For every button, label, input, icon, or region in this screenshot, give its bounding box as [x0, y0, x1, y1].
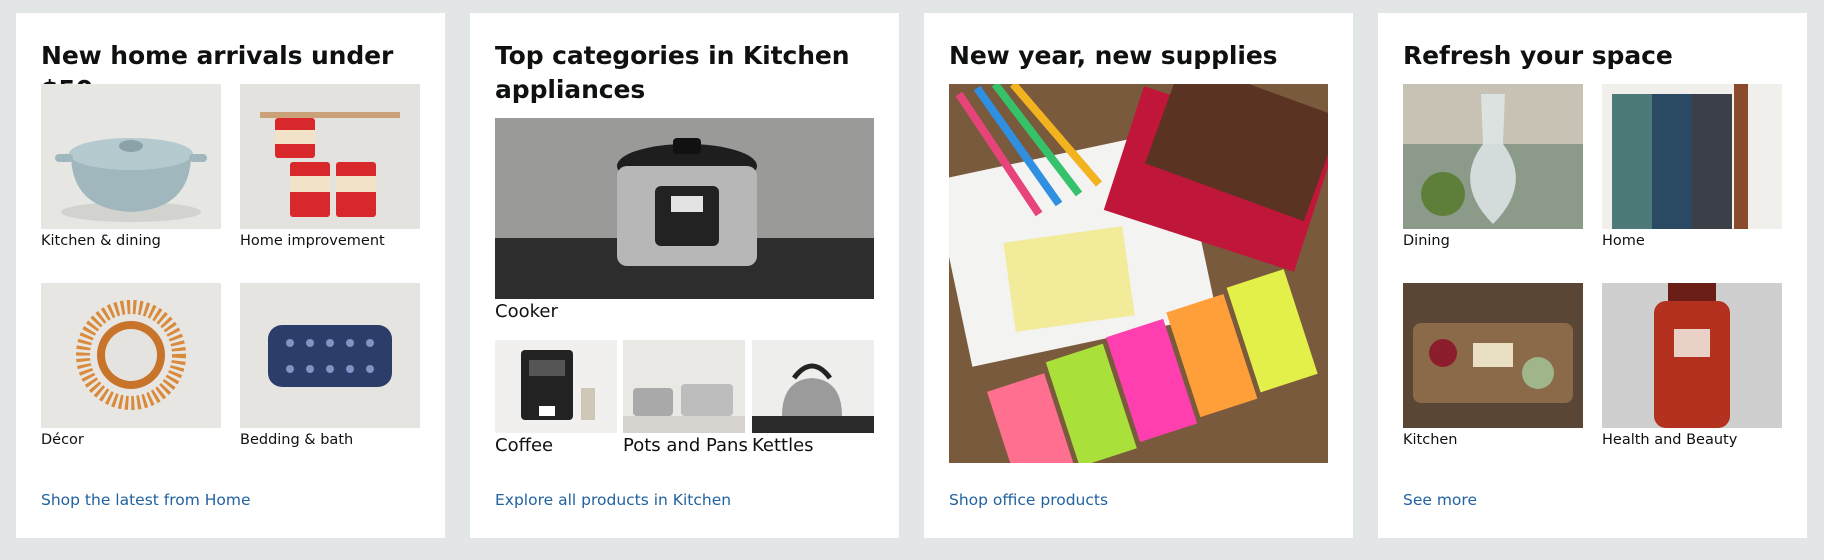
- pillow-image[interactable]: [240, 283, 420, 428]
- tile-home-improvement[interactable]: Home improvement: [240, 84, 420, 250]
- cooker-label[interactable]: Cooker: [495, 301, 558, 322]
- card-title: Top categories in Kitchen appliances: [495, 41, 850, 104]
- coffee-machine-image[interactable]: [495, 340, 617, 433]
- kettle-image[interactable]: [752, 340, 874, 433]
- tile-label[interactable]: Bedding & bath: [240, 431, 420, 449]
- tile-label[interactable]: Kitchen: [1403, 431, 1583, 449]
- tile-label[interactable]: Home: [1602, 232, 1782, 250]
- tile-label[interactable]: Coffee: [495, 435, 617, 456]
- tile-home[interactable]: Home: [1602, 84, 1782, 250]
- tile-label[interactable]: Kitchen & dining: [41, 232, 221, 250]
- card-kitchen-appliances: Top categories in Kitchen appliances Coo…: [470, 13, 899, 538]
- charcuterie-board-image[interactable]: [1403, 283, 1583, 428]
- tile-dining[interactable]: Dining: [1403, 84, 1583, 250]
- dutch-oven-image[interactable]: [41, 84, 221, 229]
- shop-office-products-link[interactable]: Shop office products: [949, 491, 1108, 509]
- sunburst-mirror-image[interactable]: [41, 283, 221, 428]
- tile-pots-pans[interactable]: Pots and Pans: [623, 340, 748, 456]
- card-title: Refresh your space: [1403, 41, 1673, 70]
- carafe-image[interactable]: [1403, 84, 1583, 229]
- tile-label[interactable]: Kettles: [752, 435, 874, 456]
- tile-kitchen-dining[interactable]: Kitchen & dining: [41, 84, 221, 250]
- tile-health-beauty[interactable]: Health and Beauty: [1602, 283, 1782, 449]
- explore-kitchen-link[interactable]: Explore all products in Kitchen: [495, 491, 731, 509]
- card-title: New year, new supplies: [949, 41, 1278, 70]
- card-new-supplies: New year, new supplies Shop office produ…: [924, 13, 1353, 538]
- pressure-cooker-image[interactable]: [495, 118, 874, 299]
- tile-label[interactable]: Health and Beauty: [1602, 431, 1782, 449]
- card-home-arrivals: New home arrivals under $50 Kitchen & di…: [16, 13, 445, 538]
- tile-label[interactable]: Décor: [41, 431, 221, 449]
- tile-bedding-bath[interactable]: Bedding & bath: [240, 283, 420, 449]
- tile-kettles[interactable]: Kettles: [752, 340, 874, 456]
- card-refresh-space: Refresh your space Dining Home Kitchen H…: [1378, 13, 1807, 538]
- see-more-link[interactable]: See more: [1403, 491, 1477, 509]
- office-supplies-image[interactable]: [949, 84, 1328, 463]
- towels-rack-image[interactable]: [1602, 84, 1782, 229]
- card-row: New home arrivals under $50 Kitchen & di…: [0, 0, 1824, 560]
- tile-kitchen[interactable]: Kitchen: [1403, 283, 1583, 449]
- tile-label[interactable]: Pots and Pans: [623, 435, 748, 456]
- shop-latest-home-link[interactable]: Shop the latest from Home: [41, 491, 251, 509]
- tile-label[interactable]: Home improvement: [240, 232, 420, 250]
- tile-label[interactable]: Dining: [1403, 232, 1583, 250]
- tile-decor[interactable]: Décor: [41, 283, 221, 449]
- pots-pans-image[interactable]: [623, 340, 745, 433]
- tile-coffee[interactable]: Coffee: [495, 340, 617, 456]
- paint-cans-image[interactable]: [240, 84, 420, 229]
- soap-bottle-image[interactable]: [1602, 283, 1782, 428]
